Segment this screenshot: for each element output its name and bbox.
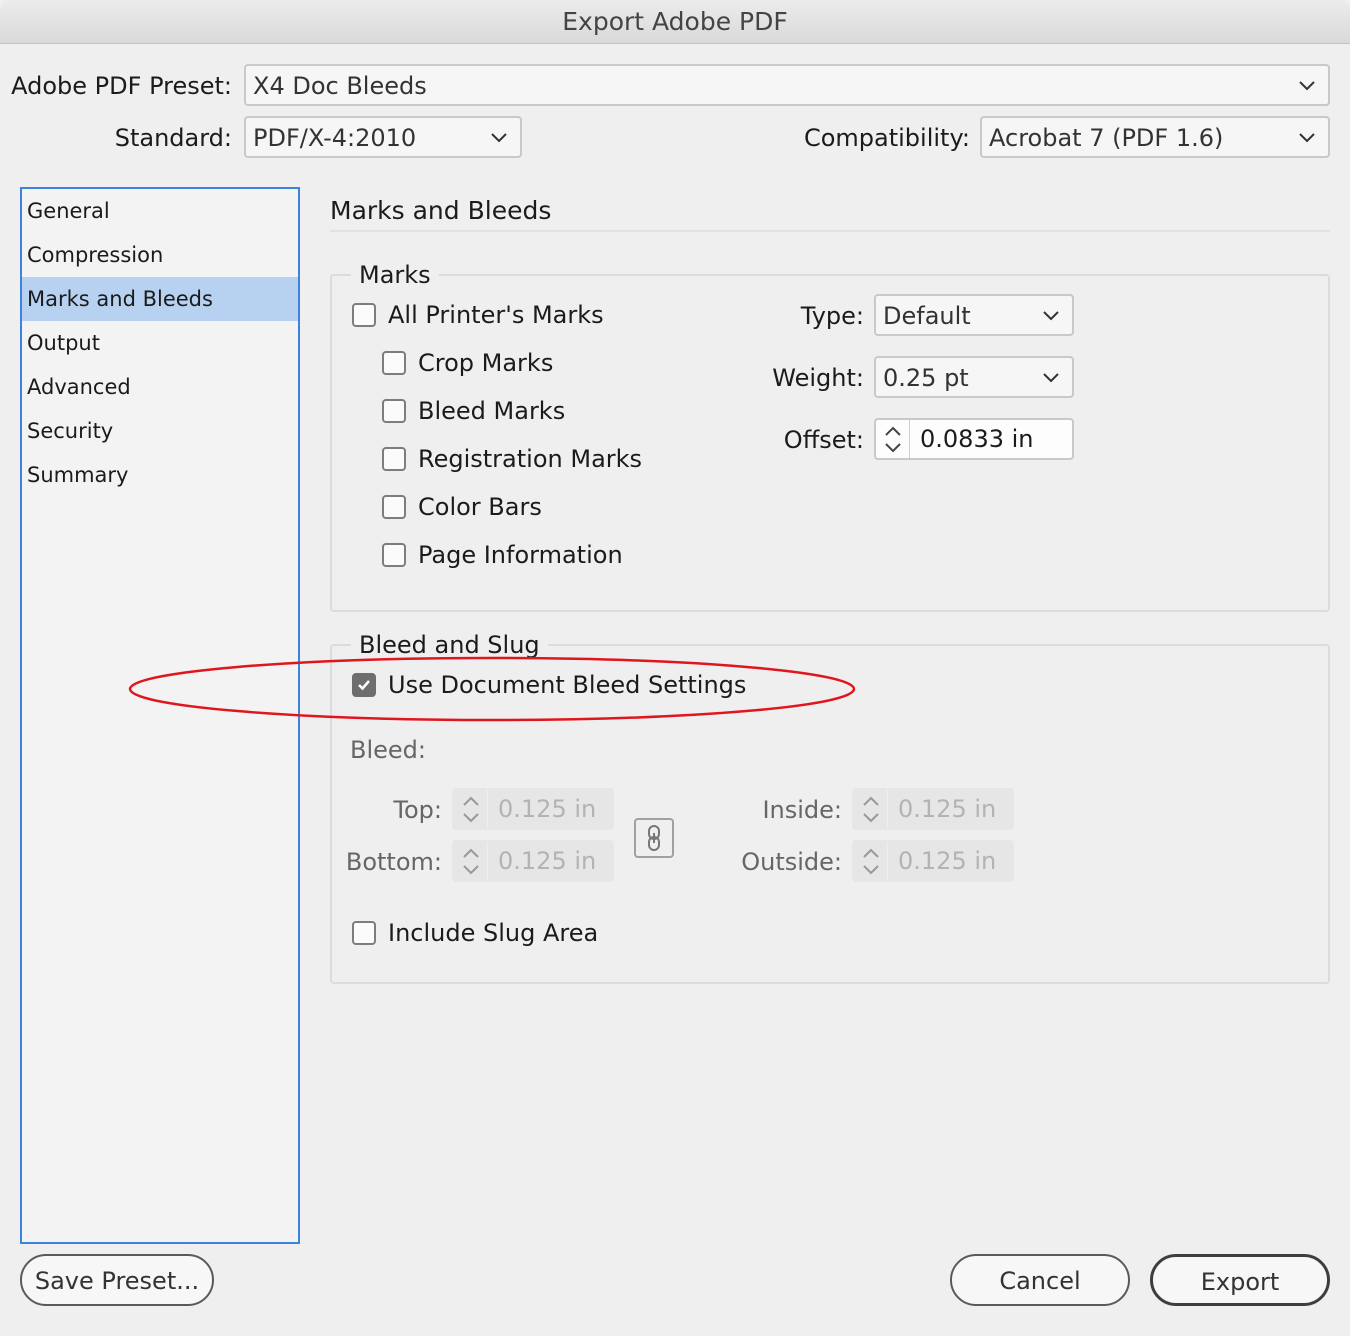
top-bleed-value: 0.125 in: [498, 795, 597, 823]
preset-select[interactable]: X4 Doc Bleeds: [244, 64, 1330, 106]
chain-link-icon: [648, 825, 660, 851]
bottom-label: Bottom:: [345, 848, 442, 876]
top-bleed-stepper: 0.125 in: [452, 788, 614, 830]
sidebar-item-output[interactable]: Output: [22, 321, 298, 365]
registration-marks-checkbox[interactable]: [382, 447, 406, 471]
sidebar-item-label: General: [27, 199, 110, 223]
outside-label: Outside:: [741, 848, 842, 876]
bottom-bleed-value: 0.125 in: [498, 847, 597, 875]
inside-label: Inside:: [762, 796, 842, 824]
type-select[interactable]: Default: [874, 294, 1074, 336]
standard-select[interactable]: PDF/X-4:2010: [244, 116, 522, 158]
color-bars-label[interactable]: Color Bars: [418, 493, 542, 521]
include-slug-checkbox[interactable]: [352, 921, 376, 945]
type-value: Default: [883, 302, 971, 330]
include-slug-label[interactable]: Include Slug Area: [388, 919, 598, 947]
sidebar-item-compression[interactable]: Compression: [22, 233, 298, 277]
cancel-button[interactable]: Cancel: [950, 1254, 1130, 1306]
stepper-arrows-icon: [454, 790, 488, 828]
stepper-arrows-icon: [454, 842, 488, 880]
page-information-label[interactable]: Page Information: [418, 541, 623, 569]
sidebar-item-general[interactable]: General: [22, 189, 298, 233]
bleed-slug-group-title: Bleed and Slug: [351, 631, 548, 659]
offset-stepper[interactable]: 0.0833 in: [874, 418, 1074, 460]
panel-title: Marks and Bleeds: [330, 196, 552, 225]
registration-marks-label[interactable]: Registration Marks: [418, 445, 642, 473]
compatibility-label: Compatibility:: [803, 124, 970, 152]
offset-label: Offset:: [783, 426, 864, 454]
sidebar-item-label: Output: [27, 331, 100, 355]
sidebar-item-label: Compression: [27, 243, 164, 267]
bleed-marks-label[interactable]: Bleed Marks: [418, 397, 565, 425]
bottom-bleed-stepper: 0.125 in: [452, 840, 614, 882]
annotation-ellipse: [128, 656, 856, 722]
stepper-arrows-icon: [854, 790, 888, 828]
weight-select[interactable]: 0.25 pt: [874, 356, 1074, 398]
crop-marks-checkbox[interactable]: [382, 351, 406, 375]
sidebar-item-advanced[interactable]: Advanced: [22, 365, 298, 409]
preset-label: Adobe PDF Preset:: [11, 72, 232, 100]
inside-bleed-stepper: 0.125 in: [852, 788, 1014, 830]
all-printers-marks-label[interactable]: All Printer's Marks: [388, 301, 604, 329]
color-bars-checkbox[interactable]: [382, 495, 406, 519]
crop-marks-label[interactable]: Crop Marks: [418, 349, 553, 377]
outside-bleed-stepper: 0.125 in: [852, 840, 1014, 882]
all-printers-marks-checkbox[interactable]: [352, 303, 376, 327]
window-title: Export Adobe PDF: [562, 7, 788, 36]
type-label: Type:: [800, 302, 864, 330]
outside-bleed-value: 0.125 in: [898, 847, 997, 875]
compatibility-value: Acrobat 7 (PDF 1.6): [989, 124, 1224, 152]
chevron-down-icon: [1299, 81, 1315, 91]
weight-value: 0.25 pt: [883, 364, 969, 392]
sidebar-item-label: Security: [27, 419, 114, 443]
save-preset-button[interactable]: Save Preset...: [20, 1254, 214, 1306]
top-label: Top:: [393, 796, 442, 824]
chevron-down-icon: [491, 133, 507, 143]
inside-bleed-value: 0.125 in: [898, 795, 997, 823]
export-button[interactable]: Export: [1150, 1254, 1330, 1306]
offset-value[interactable]: 0.0833 in: [920, 425, 1033, 453]
sidebar-item-marks-and-bleeds[interactable]: Marks and Bleeds: [22, 277, 298, 321]
panel-divider: [330, 230, 1330, 232]
bleed-label: Bleed:: [350, 736, 426, 764]
standard-label: Standard:: [114, 124, 232, 152]
chevron-down-icon: [1043, 311, 1059, 321]
weight-label: Weight:: [772, 364, 864, 392]
sidebar-item-security[interactable]: Security: [22, 409, 298, 453]
bleed-marks-checkbox[interactable]: [382, 399, 406, 423]
compatibility-select[interactable]: Acrobat 7 (PDF 1.6): [980, 116, 1330, 158]
preset-value: X4 Doc Bleeds: [253, 72, 427, 100]
sidebar-item-label: Advanced: [27, 375, 131, 399]
chevron-down-icon: [1043, 373, 1059, 383]
link-bleed-values-button[interactable]: [634, 818, 674, 858]
standard-value: PDF/X-4:2010: [253, 124, 417, 152]
sidebar-item-label: Marks and Bleeds: [27, 287, 213, 311]
page-information-checkbox[interactable]: [382, 543, 406, 567]
chevron-down-icon: [1299, 133, 1315, 143]
window-title-bar: Export Adobe PDF: [0, 0, 1350, 44]
stepper-arrows-icon[interactable]: [876, 420, 910, 458]
sidebar-item-summary[interactable]: Summary: [22, 453, 298, 497]
sidebar-item-label: Summary: [27, 463, 129, 487]
marks-group-title: Marks: [351, 261, 439, 289]
stepper-arrows-icon: [854, 842, 888, 880]
